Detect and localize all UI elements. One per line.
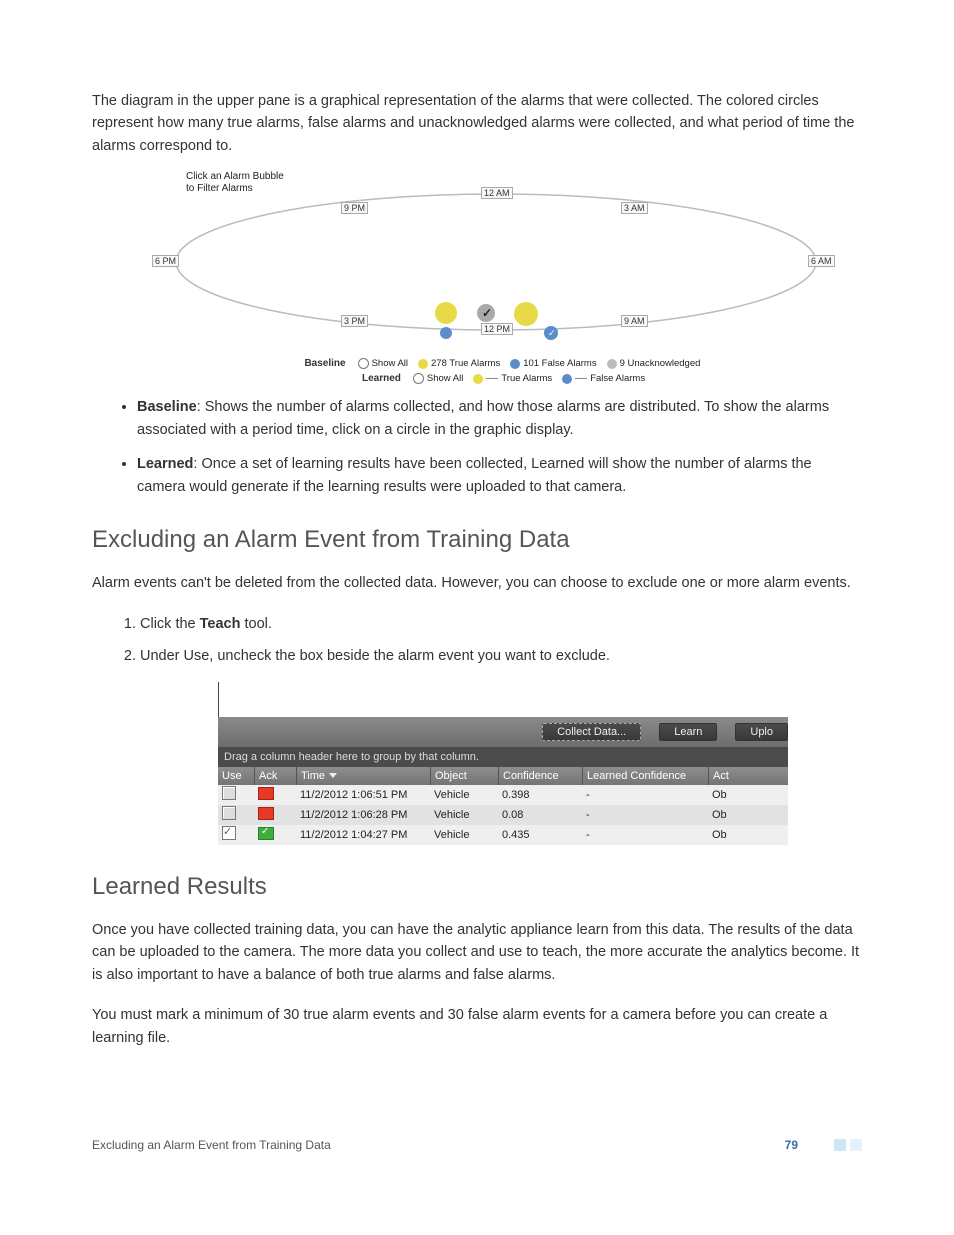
group-by-hint[interactable]: Drag a column header here to group by th…	[218, 747, 788, 767]
sort-desc-icon	[329, 773, 337, 778]
cell-confidence: 0.08	[498, 809, 582, 821]
col-confidence[interactable]: Confidence	[498, 767, 582, 785]
time-3pm[interactable]: 3 PM	[341, 315, 368, 327]
legend-learned-false[interactable]: False Alarms	[562, 373, 645, 384]
cell-lconf: -	[582, 809, 708, 821]
heading-learned-results: Learned Results	[92, 873, 862, 901]
col-ack[interactable]: Ack	[254, 767, 296, 785]
cell-object: Vehicle	[430, 809, 498, 821]
time-3am[interactable]: 3 AM	[621, 202, 648, 214]
cell-act: Ob	[708, 789, 736, 801]
legend-false-alarms[interactable]: 101 False Alarms	[510, 358, 596, 369]
cell-act: Ob	[708, 829, 736, 841]
learned-p2: You must mark a minimum of 30 true alarm…	[92, 1004, 862, 1049]
page-number: 79	[785, 1138, 798, 1152]
alarm-clock-diagram: ✓ ✓ Click an Alarm Bubble to Filter Alar…	[130, 175, 862, 384]
cell-confidence: 0.398	[498, 789, 582, 801]
col-time[interactable]: Time	[296, 767, 430, 785]
learned-p1: Once you have collected training data, y…	[92, 919, 862, 986]
bullet-learned: Learned: Once a set of learning results …	[137, 453, 862, 498]
time-12am[interactable]: 12 AM	[481, 187, 513, 199]
legend-learned-true[interactable]: True Alarms	[473, 373, 552, 384]
toolbar: Collect Data... Learn Uplo	[218, 717, 788, 747]
step-1: Click the Teach tool.	[140, 613, 862, 635]
col-object[interactable]: Object	[430, 767, 498, 785]
col-learned-confidence[interactable]: Learned Confidence	[582, 767, 708, 785]
footer-decoration	[834, 1139, 862, 1151]
time-6pm[interactable]: 6 PM	[152, 255, 179, 267]
intro-paragraph: The diagram in the upper pane is a graph…	[92, 90, 862, 157]
table-header: Use Ack Time Object Confidence Learned C…	[218, 767, 788, 785]
diagram-hint-1: Click an Alarm Bubble	[186, 171, 284, 182]
use-checkbox[interactable]	[222, 806, 236, 820]
table-row[interactable]: 11/2/2012 1:04:27 PM Vehicle 0.435 - Ob	[218, 825, 788, 845]
time-12pm[interactable]: 12 PM	[481, 323, 513, 335]
col-act[interactable]: Act	[708, 767, 736, 785]
collect-data-button[interactable]: Collect Data...	[542, 723, 641, 741]
col-use[interactable]: Use	[218, 767, 254, 785]
ack-green-icon[interactable]	[258, 827, 274, 840]
time-9am[interactable]: 9 AM	[621, 315, 648, 327]
legend-true-alarms[interactable]: 278 True Alarms	[418, 358, 500, 369]
page-footer: Excluding an Alarm Event from Training D…	[92, 1138, 862, 1152]
cell-lconf: -	[582, 789, 708, 801]
table-body: 11/2/2012 1:06:51 PM Vehicle 0.398 - Ob …	[218, 785, 788, 845]
heading-excluding: Excluding an Alarm Event from Training D…	[92, 526, 862, 554]
use-checkbox[interactable]	[222, 786, 236, 800]
ack-red-icon[interactable]	[258, 787, 274, 800]
cell-confidence: 0.435	[498, 829, 582, 841]
svg-text:✓: ✓	[482, 306, 492, 320]
learn-button[interactable]: Learn	[659, 723, 717, 741]
legend-learned-showall[interactable]: Show All	[413, 373, 463, 384]
bullet-baseline: Baseline: Shows the number of alarms col…	[137, 396, 862, 441]
legend-learned-label: Learned	[347, 373, 401, 384]
upload-button[interactable]: Uplo	[735, 723, 788, 741]
alarm-table-screenshot: Collect Data... Learn Uplo Drag a column…	[218, 682, 788, 845]
cell-time: 11/2/2012 1:04:27 PM	[296, 829, 430, 841]
use-checkbox[interactable]	[222, 826, 236, 840]
cell-time: 11/2/2012 1:06:28 PM	[296, 809, 430, 821]
cell-object: Vehicle	[430, 789, 498, 801]
diagram-legend: Baseline Show All 278 True Alarms 101 Fa…	[130, 358, 862, 384]
excluding-paragraph: Alarm events can't be deleted from the c…	[92, 572, 862, 594]
footer-title: Excluding an Alarm Event from Training D…	[92, 1138, 331, 1152]
legend-baseline-showall[interactable]: Show All	[358, 358, 408, 369]
time-6am[interactable]: 6 AM	[808, 255, 835, 267]
ack-red-icon[interactable]	[258, 807, 274, 820]
cell-object: Vehicle	[430, 829, 498, 841]
cell-time: 11/2/2012 1:06:51 PM	[296, 789, 430, 801]
diagram-hint-2: to Filter Alarms	[186, 183, 253, 194]
legend-unack[interactable]: 9 Unacknowledged	[607, 358, 701, 369]
table-row[interactable]: 11/2/2012 1:06:51 PM Vehicle 0.398 - Ob	[218, 785, 788, 805]
step-2: Under Use, uncheck the box beside the al…	[140, 645, 862, 667]
svg-text:✓: ✓	[548, 328, 556, 338]
cell-act: Ob	[708, 809, 736, 821]
legend-baseline-label: Baseline	[292, 358, 346, 369]
table-row[interactable]: 11/2/2012 1:06:28 PM Vehicle 0.08 - Ob	[218, 805, 788, 825]
cell-lconf: -	[582, 829, 708, 841]
time-9pm[interactable]: 9 PM	[341, 202, 368, 214]
